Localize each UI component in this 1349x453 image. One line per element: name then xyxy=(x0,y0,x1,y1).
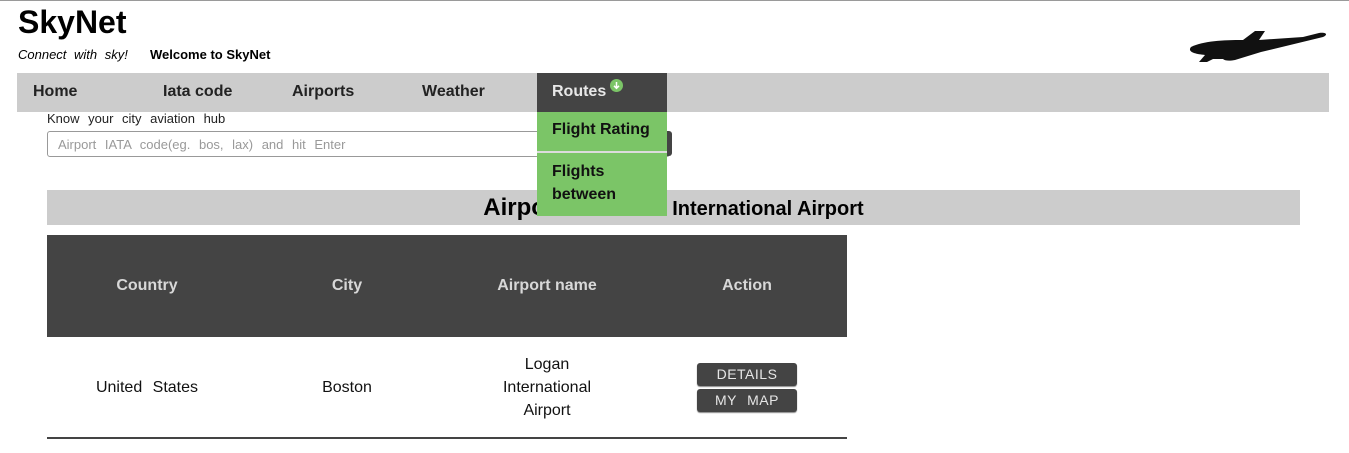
dropdown-flight-rating[interactable]: Flight Rating xyxy=(537,112,667,150)
airport-table: Country City Airport name Action United … xyxy=(47,235,847,439)
nav-routes[interactable]: Routes xyxy=(537,73,667,112)
routes-dropdown-menu: Flight Rating Flights between xyxy=(537,112,667,216)
table-row: United States Boston Logan International… xyxy=(47,337,847,439)
cell-actions: DETAILS MY MAP xyxy=(647,362,847,412)
my-map-button[interactable]: MY MAP xyxy=(697,388,797,412)
table-header: Country City Airport name Action xyxy=(47,235,847,337)
nav-home[interactable]: Home xyxy=(33,73,77,112)
cell-airport-name: Logan International Airport xyxy=(502,355,592,419)
welcome-text: Welcome to SkyNet xyxy=(150,47,271,62)
nav-iata-code[interactable]: Iata code xyxy=(163,73,232,112)
tagline: Connect with sky! xyxy=(18,47,128,62)
top-border xyxy=(0,0,1349,1)
cell-country: United States xyxy=(95,378,199,396)
column-header-airport-name: Airport name xyxy=(497,277,597,294)
dropdown-divider xyxy=(537,151,667,153)
search-label: Know your city aviation hub xyxy=(47,111,226,126)
arrow-down-circle-icon xyxy=(610,79,624,92)
nav-airports[interactable]: Airports xyxy=(292,73,354,112)
results-title-suffix: an International Airport xyxy=(643,198,864,220)
airplane-icon xyxy=(1189,31,1327,62)
results-title: Airport an International Airport xyxy=(47,190,1300,225)
action-buttons: DETAILS MY MAP xyxy=(647,362,847,412)
nav-weather[interactable]: Weather xyxy=(422,73,485,112)
details-button[interactable]: DETAILS xyxy=(697,362,797,386)
main-navbar: Home Iata code Airports Weather Routes xyxy=(17,73,1329,112)
column-header-country: Country xyxy=(116,277,178,294)
column-header-city: City xyxy=(331,277,363,294)
cell-city: Boston xyxy=(322,378,372,396)
nav-routes-label: Routes xyxy=(552,83,607,100)
brand-title: SkyNet xyxy=(18,4,127,40)
column-header-action: Action xyxy=(722,277,772,294)
results-title-bar: Airport an International Airport xyxy=(47,190,1300,225)
dropdown-flights-between[interactable]: Flights between xyxy=(537,160,637,206)
